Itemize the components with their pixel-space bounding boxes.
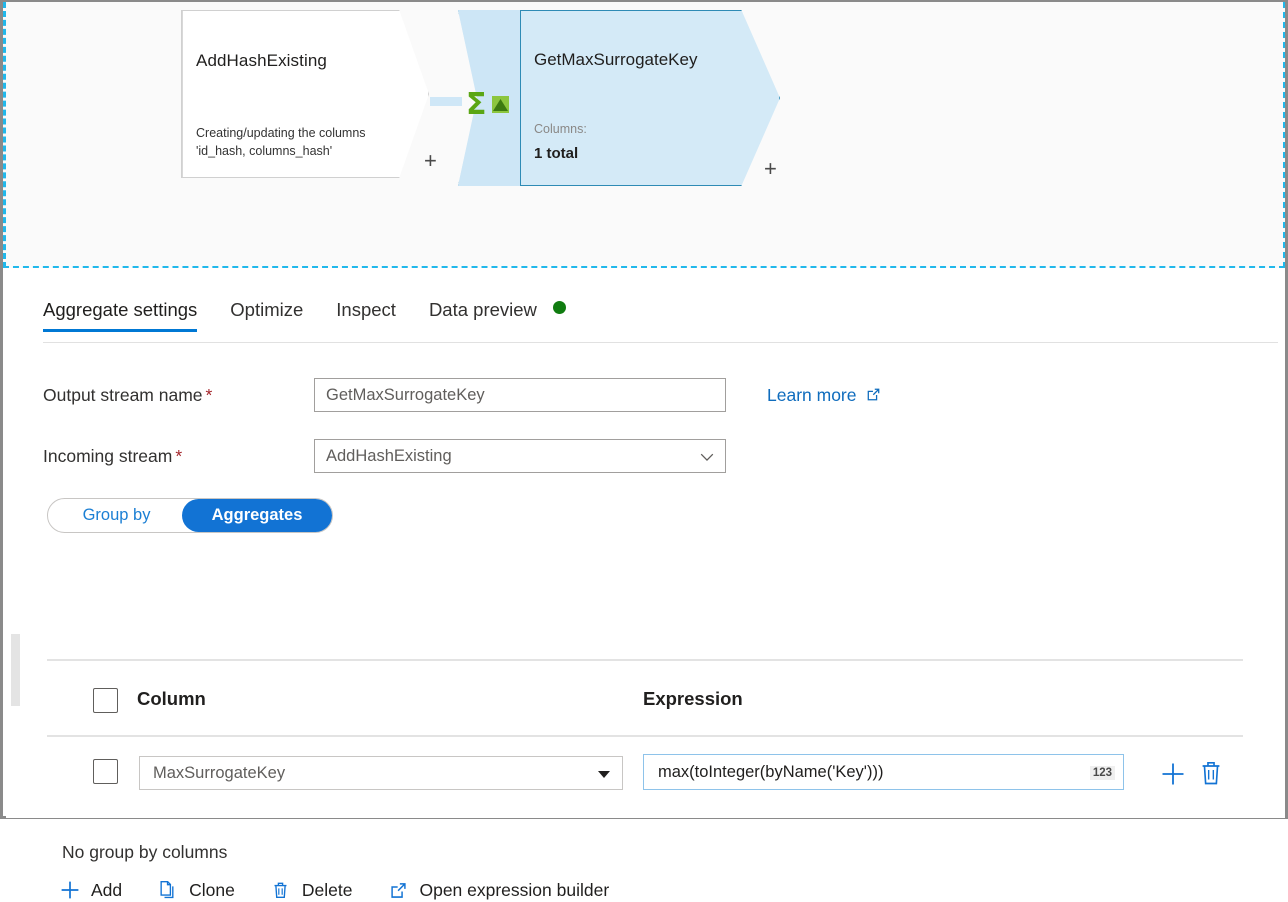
tab-optimize[interactable]: Optimize <box>230 299 320 332</box>
incoming-stream-value: AddHashExisting <box>326 440 452 472</box>
tab-label: Inspect <box>336 299 396 320</box>
incoming-stream-dropdown[interactable]: AddHashExisting <box>314 439 726 473</box>
toggle-option-aggregates[interactable]: Aggregates <box>182 499 332 532</box>
node-columns-label: Columns: <box>534 122 587 136</box>
row-column-dropdown[interactable]: MaxSurrogateKey <box>139 756 623 790</box>
delete-button[interactable]: Delete <box>269 878 353 902</box>
row-expression-input[interactable]: max(toInteger(byName('Key'))) 123 <box>643 754 1124 790</box>
clone-label: Clone <box>189 880 235 901</box>
required-asterisk: * <box>175 446 182 466</box>
open-expression-builder-button[interactable]: Open expression builder <box>386 878 609 902</box>
expression-type-badge: 123 <box>1090 766 1115 780</box>
tab-data-preview[interactable]: Data preview <box>429 299 583 332</box>
aggregate-command-bar: Add Clone D <box>58 878 643 902</box>
required-asterisk: * <box>206 385 213 405</box>
select-all-checkbox[interactable] <box>93 688 118 713</box>
tab-label: Optimize <box>230 299 303 320</box>
chevron-down-icon <box>598 771 610 778</box>
data-flow-canvas[interactable]: AddHashExisting Creating/updating the co… <box>3 2 1285 268</box>
table-header-divider <box>47 735 1243 737</box>
output-stream-input[interactable] <box>314 378 726 412</box>
aggregate-sigma-icon: Σ <box>466 84 518 124</box>
toggle-option-group-by[interactable]: Group by <box>48 498 185 533</box>
panel-tabs: Aggregate settings Optimize Inspect Data… <box>43 299 599 343</box>
data-flow-window: AddHashExisting Creating/updating the co… <box>0 0 1288 819</box>
external-link-icon <box>386 878 410 902</box>
incoming-stream-label: Incoming stream* <box>43 439 182 473</box>
chevron-down-icon <box>699 449 715 465</box>
copy-icon <box>156 878 180 902</box>
data-preview-status-dot <box>553 301 566 314</box>
learn-more-label: Learn more <box>767 385 857 405</box>
node-title: AddHashExisting <box>196 51 327 71</box>
add-label: Add <box>91 880 122 901</box>
column-header-expression: Expression <box>643 688 743 710</box>
table-top-divider <box>47 659 1243 661</box>
tab-label: Aggregate settings <box>43 299 197 320</box>
add-button[interactable]: Add <box>58 878 122 902</box>
learn-more-link[interactable]: Learn more <box>767 378 882 412</box>
aggregate-mode-toggle[interactable]: Group by Aggregates <box>47 498 333 533</box>
column-header-column: Column <box>137 688 206 710</box>
delete-label: Delete <box>302 880 353 901</box>
node-description: Creating/updating the columns 'id_hash, … <box>196 124 421 160</box>
plus-icon <box>1159 760 1187 788</box>
output-stream-row: Output stream name* Learn more <box>6 378 1285 412</box>
tabs-divider <box>43 342 1278 343</box>
svg-text:Σ: Σ <box>466 87 487 122</box>
row-add-button[interactable] <box>1159 760 1187 793</box>
tab-label: Data preview <box>429 299 537 320</box>
aggregate-settings-panel: Aggregate settings Optimize Inspect Data… <box>6 272 1285 818</box>
row-delete-button[interactable] <box>1198 759 1224 792</box>
clone-button[interactable]: Clone <box>156 878 235 902</box>
node-columns-value: 1 total <box>534 145 578 162</box>
plus-icon <box>58 878 82 902</box>
row-checkbox[interactable] <box>93 759 118 784</box>
row-expression-value: max(toInteger(byName('Key'))) <box>658 755 883 789</box>
transformation-node-addhashexisting[interactable]: AddHashExisting Creating/updating the co… <box>181 10 429 178</box>
trash-icon <box>1198 759 1224 787</box>
transformation-node-getmaxsurrogatekey[interactable]: Σ GetMaxSurrogateKey Columns: 1 total + <box>458 10 780 186</box>
label-text: Incoming stream <box>43 446 172 466</box>
tab-inspect[interactable]: Inspect <box>336 299 413 332</box>
external-link-icon <box>865 386 882 403</box>
output-stream-label: Output stream name* <box>43 378 212 412</box>
add-transformation-plus-icon[interactable]: + <box>424 150 437 172</box>
panel-scrollbar-thumb[interactable] <box>11 634 20 706</box>
row-column-value: MaxSurrogateKey <box>153 757 285 789</box>
trash-icon <box>269 878 293 902</box>
panel-scrollbar-track[interactable] <box>11 280 20 810</box>
open-expression-builder-label: Open expression builder <box>419 880 609 901</box>
incoming-stream-row: Incoming stream* AddHashExisting <box>6 439 1285 473</box>
tab-aggregate-settings[interactable]: Aggregate settings <box>43 299 214 332</box>
add-transformation-plus-icon[interactable]: + <box>764 158 777 180</box>
label-text: Output stream name <box>43 385 203 405</box>
node-title: GetMaxSurrogateKey <box>534 50 697 70</box>
group-by-note: No group by columns <box>62 842 227 863</box>
